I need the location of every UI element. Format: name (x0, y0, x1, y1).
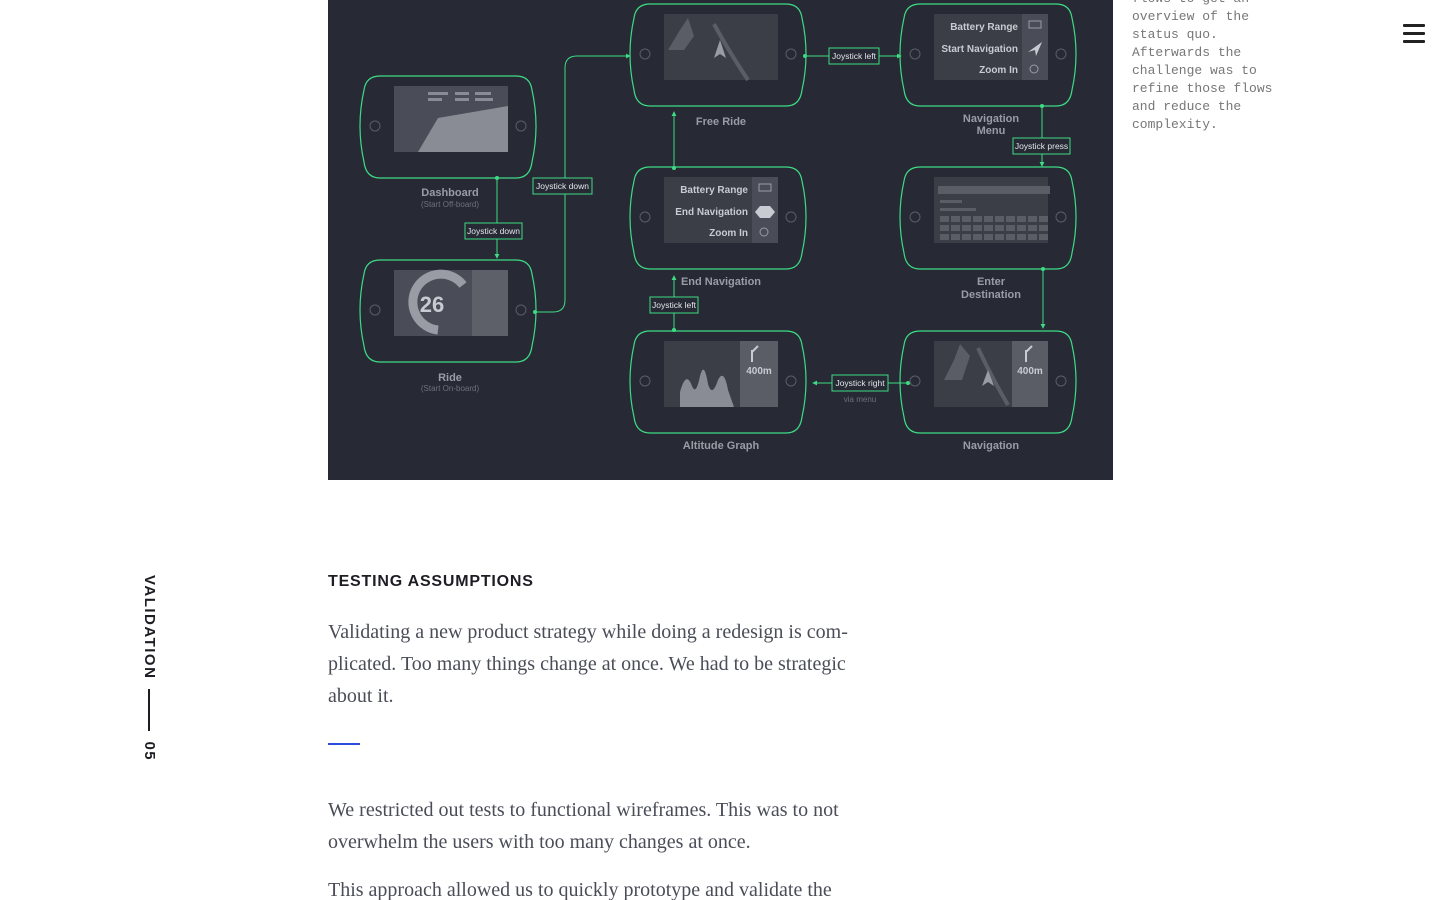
section-heading: TESTING ASSUMPTIONS (328, 573, 534, 590)
screen-title-enter-destination-2: Destination (961, 289, 1021, 301)
screen-title-enter-destination-1: Enter (977, 276, 1006, 288)
action-label-free-navmenu: Joystick left (832, 51, 877, 61)
screen-title-altitude-graph: Altitude Graph (683, 440, 760, 452)
screen-title-navigation: Navigation (963, 440, 1020, 452)
endnav-item-zoom: Zoom In (709, 228, 748, 239)
screen-title-navigation-menu-1: Navigation (963, 113, 1020, 125)
ride-speed-value: 26 (420, 292, 444, 317)
screen-subtitle-dashboard: (Start Off-board) (421, 200, 479, 209)
action-label-dash-ride: Joystick down (467, 226, 520, 236)
action-label-navmenu-dest: Joystick press (1015, 141, 1068, 151)
navigation-distance: 400m (1017, 366, 1043, 377)
user-flow-diagram: 26 Battery Range Start Navigation Zoom I… (328, 0, 1113, 480)
endnav-item-battery: Battery Range (680, 185, 748, 196)
screen-title-ride: Ride (438, 372, 462, 384)
screen-subtitle-ride: (Start On-board) (421, 384, 480, 393)
navmenu-item-zoom: Zoom In (979, 65, 1018, 76)
screen-title-free-ride: Free Ride (696, 116, 746, 128)
screen-title-end-navigation: End Navigation (681, 276, 761, 288)
navmenu-item-battery: Battery Range (950, 22, 1018, 33)
action-label-altitude-end: Joystick left (652, 300, 697, 310)
section-label: VALIDATION (141, 575, 158, 680)
hamburger-menu-icon[interactable] (1403, 24, 1425, 46)
paragraph-intro: Validating a new product strategy while … (328, 621, 848, 707)
section-divider (148, 689, 151, 732)
section-indicator: VALIDATION 05 (136, 575, 158, 765)
navmenu-item-start-nav: Start Navigation (941, 44, 1018, 55)
altitude-distance: 400m (746, 366, 772, 377)
side-note: flows to get an overview of the status q… (1132, 0, 1273, 132)
action-label-nav-altitude: Joystick right (835, 378, 885, 388)
accent-divider (328, 743, 360, 745)
endnav-item-end-nav: End Navigation (675, 207, 748, 218)
paragraph-wireframes: We restricted out tests to functional wi… (328, 799, 839, 853)
screen-title-dashboard: Dashboard (421, 187, 478, 199)
action-sub-via-menu: via menu (844, 395, 876, 404)
paragraph-approach: This approach allowed us to quickly prot… (328, 879, 832, 900)
section-number: 05 (141, 741, 158, 762)
action-label-ride-free: Joystick down (536, 181, 589, 191)
screen-title-navigation-menu-2: Menu (977, 125, 1006, 137)
